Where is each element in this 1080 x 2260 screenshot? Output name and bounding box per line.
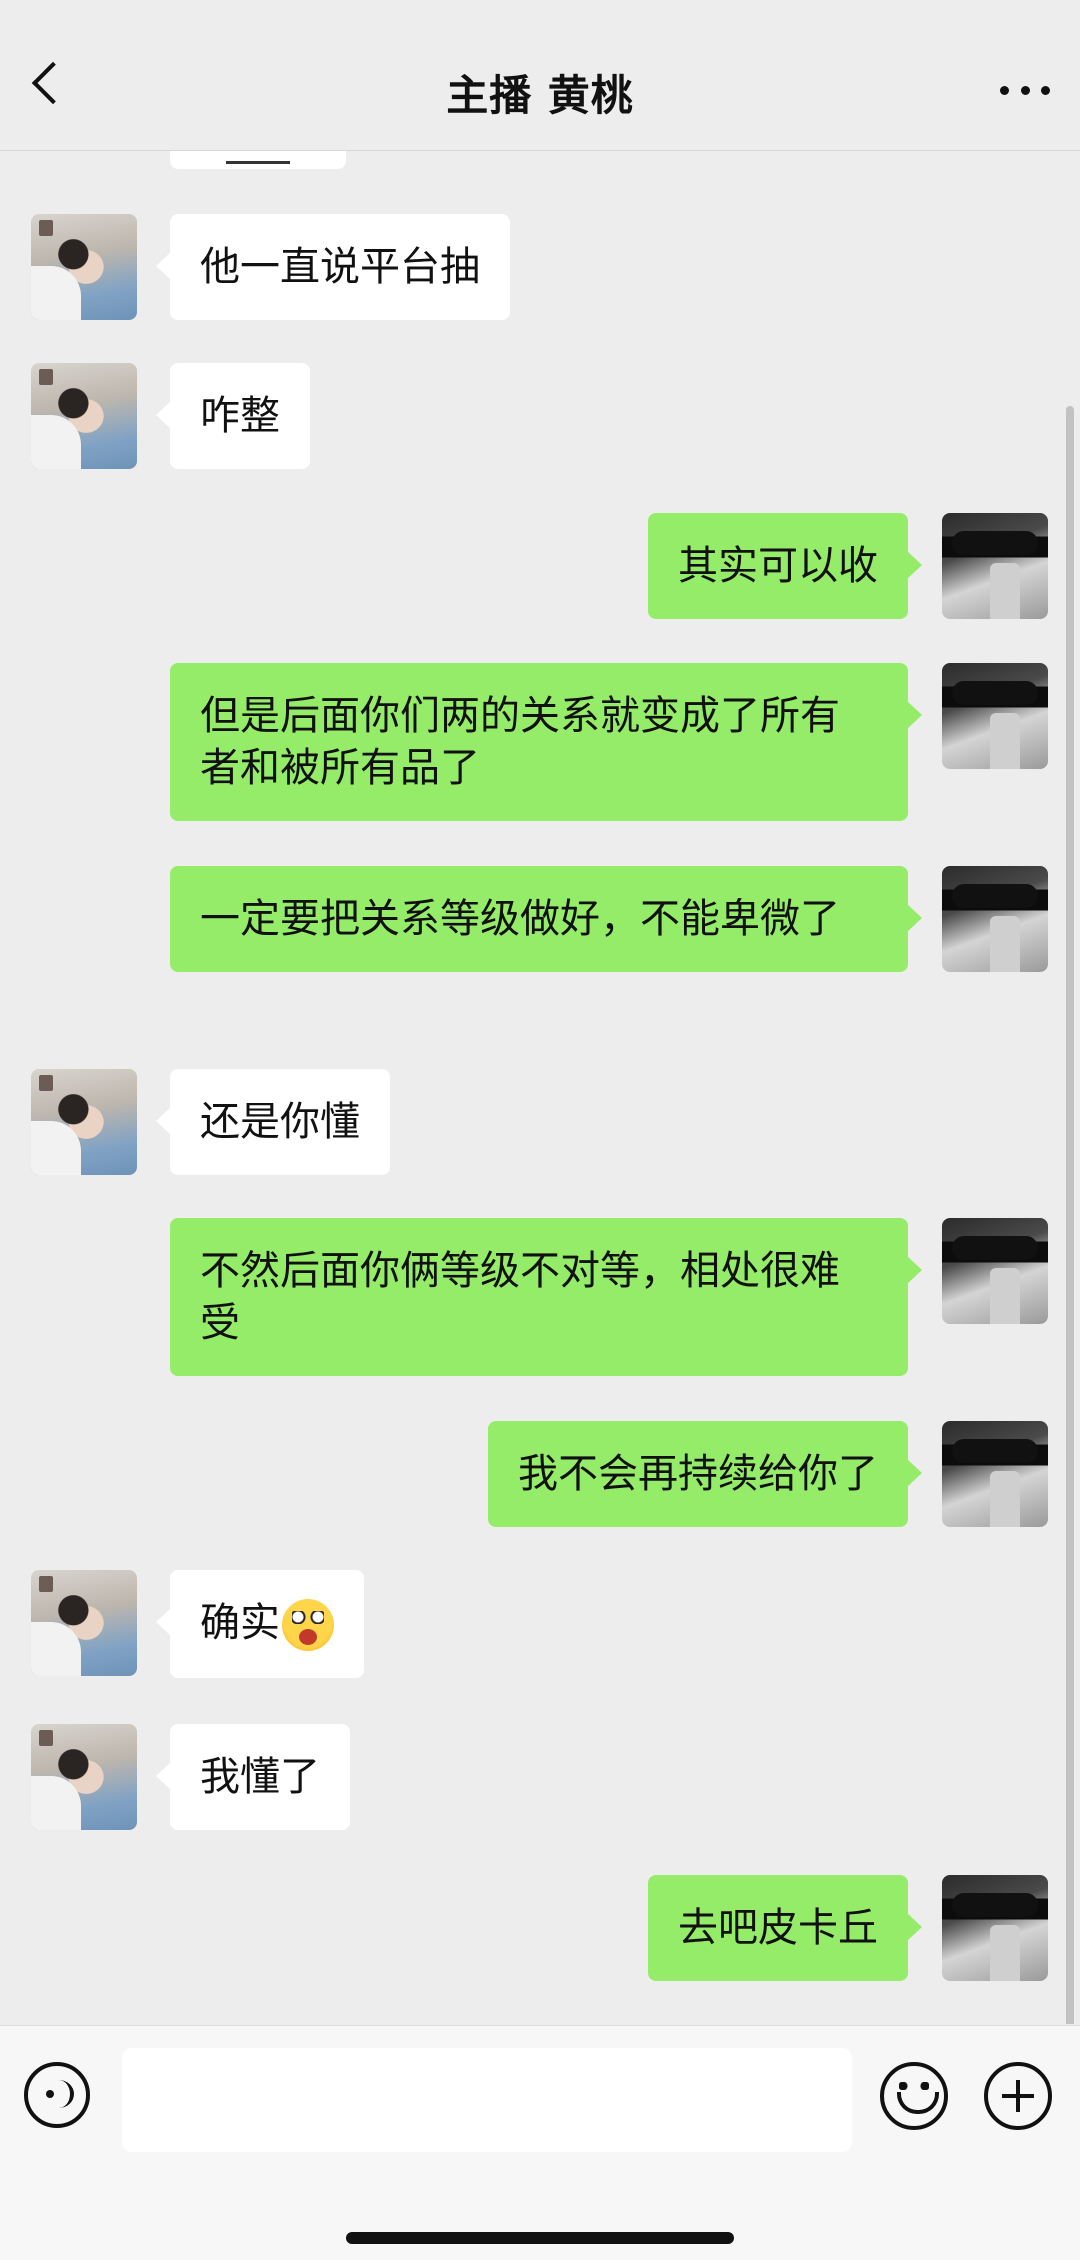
- message-text: 确实: [200, 1600, 280, 1646]
- outgoing-message-bubble[interactable]: 一定要把关系等级做好，不能卑微了: [170, 866, 922, 972]
- contact-avatar[interactable]: [31, 214, 137, 320]
- incoming-message-bubble[interactable]: 还是你懂: [156, 1069, 390, 1175]
- my-avatar[interactable]: [942, 513, 1048, 619]
- chat-title: 主播 黄桃: [446, 71, 634, 120]
- chat-header: 主播 黄桃: [0, 0, 1080, 151]
- my-avatar[interactable]: [942, 663, 1048, 769]
- outgoing-message-bubble[interactable]: 不然后面你俩等级不对等，相处很难受: [170, 1218, 922, 1376]
- outgoing-message-bubble[interactable]: 但是后面你们两的关系就变成了所有者和被所有品了: [170, 663, 922, 821]
- outgoing-message-bubble[interactable]: 其实可以收: [648, 513, 922, 619]
- input-bar: [0, 2025, 1080, 2260]
- contact-avatar[interactable]: [31, 1724, 137, 1830]
- my-avatar[interactable]: [942, 1875, 1048, 1981]
- contact-avatar[interactable]: [31, 1570, 137, 1676]
- voice-input-icon[interactable]: [24, 2062, 90, 2128]
- contact-avatar[interactable]: [31, 363, 137, 469]
- incoming-message-bubble[interactable]: 我懂了: [156, 1724, 350, 1830]
- my-avatar[interactable]: [942, 866, 1048, 972]
- my-avatar[interactable]: [942, 1218, 1048, 1324]
- incoming-message-bubble[interactable]: 确实: [156, 1570, 364, 1678]
- more-options-icon[interactable]: [1000, 86, 1050, 96]
- incoming-message-bubble[interactable]: 咋整: [156, 363, 310, 469]
- partial-message-bubble: [170, 151, 346, 169]
- scrollbar[interactable]: [1066, 406, 1074, 2024]
- plus-icon[interactable]: [984, 2062, 1052, 2130]
- contact-avatar[interactable]: [31, 1069, 137, 1175]
- home-indicator[interactable]: [346, 2232, 734, 2244]
- outgoing-message-bubble[interactable]: 去吧皮卡丘: [648, 1875, 922, 1981]
- emoji-icon[interactable]: [880, 2062, 948, 2130]
- my-avatar[interactable]: [942, 1421, 1048, 1527]
- message-input[interactable]: [122, 2048, 852, 2152]
- surprised-face-emoji-icon: [282, 1599, 334, 1651]
- message-list[interactable]: 他一直说平台抽 咋整 其实可以收 但是后面你们两的关系就变成了所有者和被所有品了…: [0, 151, 1080, 2024]
- outgoing-message-bubble[interactable]: 我不会再持续给你了: [488, 1421, 922, 1527]
- incoming-message-bubble[interactable]: 他一直说平台抽: [156, 214, 510, 320]
